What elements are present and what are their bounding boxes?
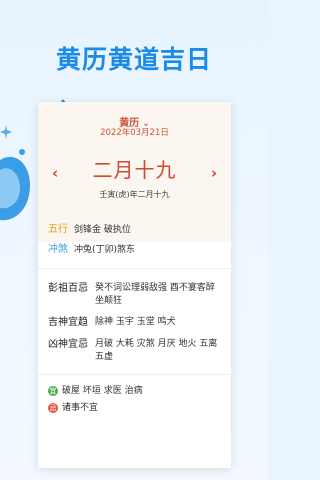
yi-badge: 宜 <box>48 385 58 396</box>
next-day-button[interactable]: › <box>211 164 217 182</box>
pengzu-row: 彭祖百忌 癸不词讼理弱敌强 酉不宴客醉坐颠狂 <box>48 282 223 308</box>
ji-badge: 忌 <box>48 402 58 413</box>
ji-row: 忌诸事不宜 <box>48 402 98 415</box>
xiongshen-label: 凶神宜忌 <box>48 339 88 350</box>
sparkle-icon <box>0 125 12 139</box>
jishen-value: 除神 玉宇 玉堂 鸣犬 <box>95 317 176 327</box>
lunar-date: 二月十九 <box>92 158 177 182</box>
page-title: 黄历黄道吉日 <box>55 45 212 74</box>
wuxing-row: 五行 剑锋金 破执位 <box>48 223 131 237</box>
jishen-row: 吉神宜趋 除神 玉宇 玉堂 鸣犬 <box>48 316 223 330</box>
date-header: 黄历 ⌄ 2022年03月21日 ‹ 二月十九 › 壬寅(虎)年二月十九 <box>38 102 231 242</box>
pengzu-value: 癸不词讼理弱敌强 酉不宴客醉坐颠狂 <box>95 283 215 306</box>
ganzhi-date: 壬寅(虎)年二月十九 <box>99 190 170 199</box>
wuxing-label: 五行 <box>48 224 68 235</box>
jishen-label: 吉神宜趋 <box>48 317 88 328</box>
divider <box>38 268 231 269</box>
yi-row: 宜破屋 坏垣 求医 治病 <box>48 385 143 398</box>
chevron-right-icon: › <box>210 164 217 182</box>
almanac-card: 黄历 ⌄ 2022年03月21日 ‹ 二月十九 › 壬寅(虎)年二月十九 五行 剑锋… <box>38 102 231 468</box>
xiongshen-row: 凶神宜忌 月破 大耗 灾煞 月厌 地火 五离 五虚 <box>48 338 223 364</box>
wuxing-value: 剑锋金 破执位 <box>74 225 131 235</box>
divider <box>38 374 231 375</box>
chongsha-row: 冲煞 冲兔(丁卯)煞东 <box>48 243 135 257</box>
gregorian-date: 2022年03月21日 <box>100 128 169 138</box>
chongsha-value: 冲兔(丁卯)煞东 <box>74 245 136 255</box>
yi-value: 破屋 坏垣 求医 治病 <box>62 386 143 396</box>
chongsha-label: 冲煞 <box>48 244 68 255</box>
xiongshen-value: 月破 大耗 灾煞 月厌 地火 五离 五虚 <box>95 339 218 362</box>
water-splash-icon <box>0 149 30 221</box>
ji-value: 诸事不宜 <box>62 403 99 413</box>
pengzu-label: 彭祖百忌 <box>48 283 88 294</box>
